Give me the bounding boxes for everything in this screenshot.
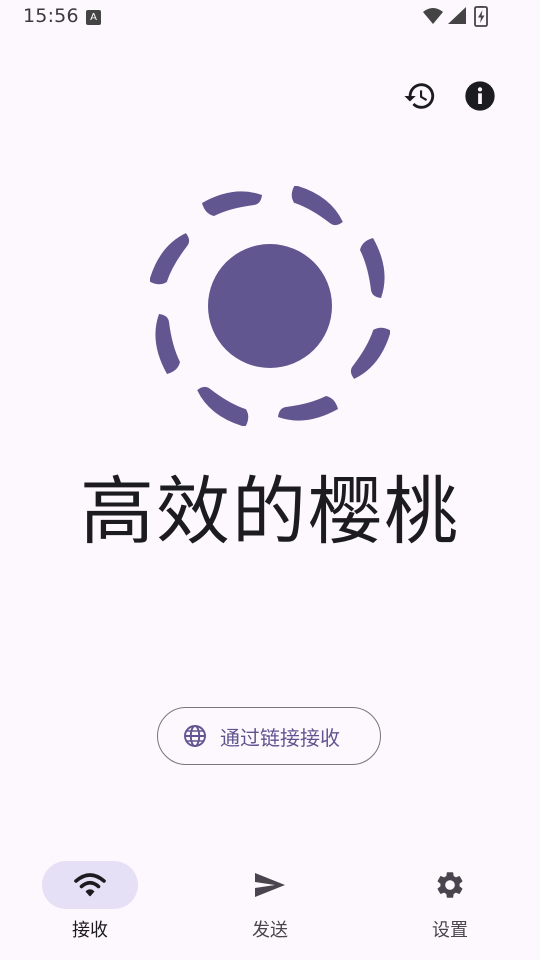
cell-signal-icon <box>448 7 466 24</box>
text-a-icon: A <box>86 10 101 25</box>
nav-item-receive[interactable]: 接收 <box>0 861 180 951</box>
info-icon <box>465 81 495 111</box>
wifi-icon <box>74 873 106 897</box>
nav-label-settings: 设置 <box>432 920 468 941</box>
status-icons <box>422 5 502 28</box>
battery-charging-icon <box>474 5 488 27</box>
gear-icon <box>437 872 463 898</box>
nav-label-send: 发送 <box>252 920 288 941</box>
info-button[interactable] <box>456 72 504 120</box>
receive-via-link-button[interactable]: 通过链接接收 <box>157 707 381 765</box>
device-name-title: 高效的樱桃 <box>80 469 460 555</box>
notification-letter: A <box>90 12 97 23</box>
send-icon <box>255 873 285 897</box>
history-button[interactable] <box>396 72 444 120</box>
nav-item-send[interactable]: 发送 <box>180 861 360 951</box>
wifi-icon <box>423 8 443 24</box>
nav-active-indicator <box>42 861 138 909</box>
globe-icon <box>182 723 208 749</box>
status-bar: 15:56 A <box>0 0 540 34</box>
nav-item-settings[interactable]: 设置 <box>360 861 540 951</box>
status-time: 15:56 <box>23 5 79 27</box>
nav-label-receive: 接收 <box>72 920 108 941</box>
nav-icon-wrap <box>402 861 498 909</box>
bottom-navigation: 接收 发送 设置 <box>0 843 540 960</box>
nav-icon-wrap <box>222 861 318 909</box>
receive-via-link-label: 通过链接接收 <box>220 725 340 750</box>
app-logo-icon <box>149 185 391 427</box>
history-icon <box>404 83 435 109</box>
